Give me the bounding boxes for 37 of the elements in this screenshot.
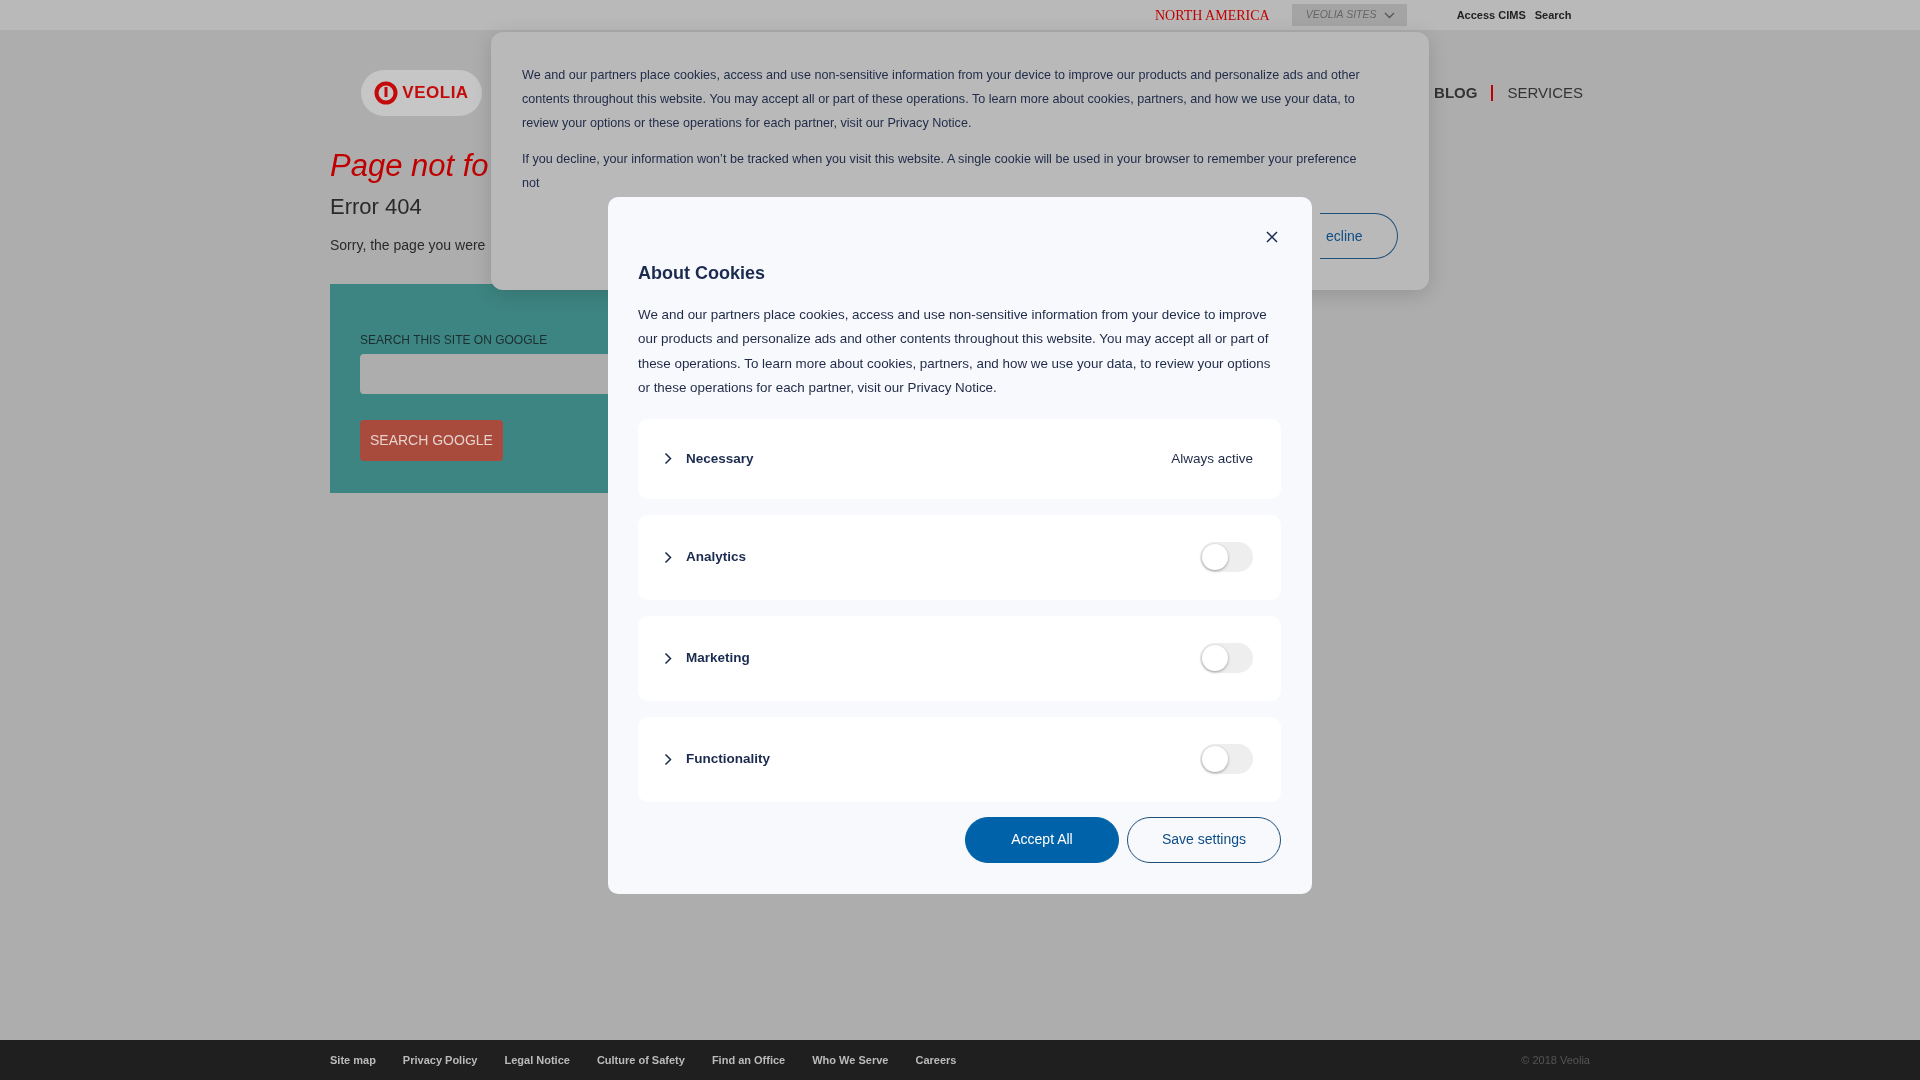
status-text: Always active: [1171, 449, 1253, 468]
toggle-switch[interactable]: [1200, 542, 1253, 573]
category-label: Analytics: [686, 548, 747, 567]
banner-text: We and our partners place cookies, access and use non-sensitive information from your device to improve our products and personalize ads and other contents throughout this website. You may accept all or part of these operations. To learn more about cookies, partners, and how we use your data, to review your options or these operations for each partner, visit our Privacy Notice.: [522, 67, 1361, 132]
footer-link[interactable]: Who We Serve: [812, 1051, 889, 1069]
nav-link[interactable]: BLOG: [1434, 81, 1478, 105]
footer-link[interactable]: Careers: [915, 1051, 957, 1069]
banner-text: If you decline, your information won’t be tracked when you visit this website. A single cookie will be used in your browser to remember your preference not: [522, 151, 1358, 192]
expand-button[interactable]: [664, 752, 672, 766]
dialog-text: We and our partners place cookies, access and use non-sensitive information from your device to improve our products and personalize ads and other contents throughout this website. You may accept all or part of these operations. To learn more about cookies, partners, and how we use your data, to review your options or these operations for each partner, visit our Privacy Notice.: [638, 305, 1272, 398]
search-button[interactable]: SEARCH GOOGLE: [360, 419, 503, 461]
toggle-switch[interactable]: [1200, 643, 1253, 674]
error-message: Sorry, the page you were: [330, 235, 486, 255]
page-title: Page not fo: [330, 147, 489, 185]
error-code: Error 404: [330, 194, 422, 221]
footer-link[interactable]: Privacy Policy: [402, 1051, 478, 1069]
logo-icon: [374, 81, 399, 105]
category-label: Marketing: [686, 649, 750, 668]
chevron-down-icon: [1384, 11, 1396, 19]
expand-button[interactable]: [664, 452, 672, 466]
category-label: Necessary: [686, 449, 754, 468]
footer-link[interactable]: Legal Notice: [504, 1051, 570, 1069]
top-link[interactable]: Search: [1534, 6, 1572, 24]
nav-link[interactable]: SERVICES: [1507, 81, 1583, 105]
expand-button[interactable]: [664, 550, 672, 564]
top-link[interactable]: Access CIMS: [1456, 6, 1526, 24]
toggle-switch[interactable]: [1200, 744, 1253, 775]
dialog-title: About Cookies: [638, 263, 766, 285]
search-field[interactable]: [360, 353, 608, 394]
footer-link[interactable]: Site map: [330, 1051, 376, 1069]
logo[interactable]: VEOLIA: [361, 70, 482, 116]
footer-link[interactable]: Find an Office: [711, 1051, 786, 1069]
footer-link[interactable]: Culture of Safety: [596, 1051, 685, 1069]
search-label: SEARCH THIS SITE ON GOOGLE: [360, 331, 549, 349]
accept-button[interactable]: Accept All: [965, 816, 1119, 863]
category-label: Functionality: [686, 750, 770, 769]
expand-button[interactable]: [664, 651, 672, 665]
